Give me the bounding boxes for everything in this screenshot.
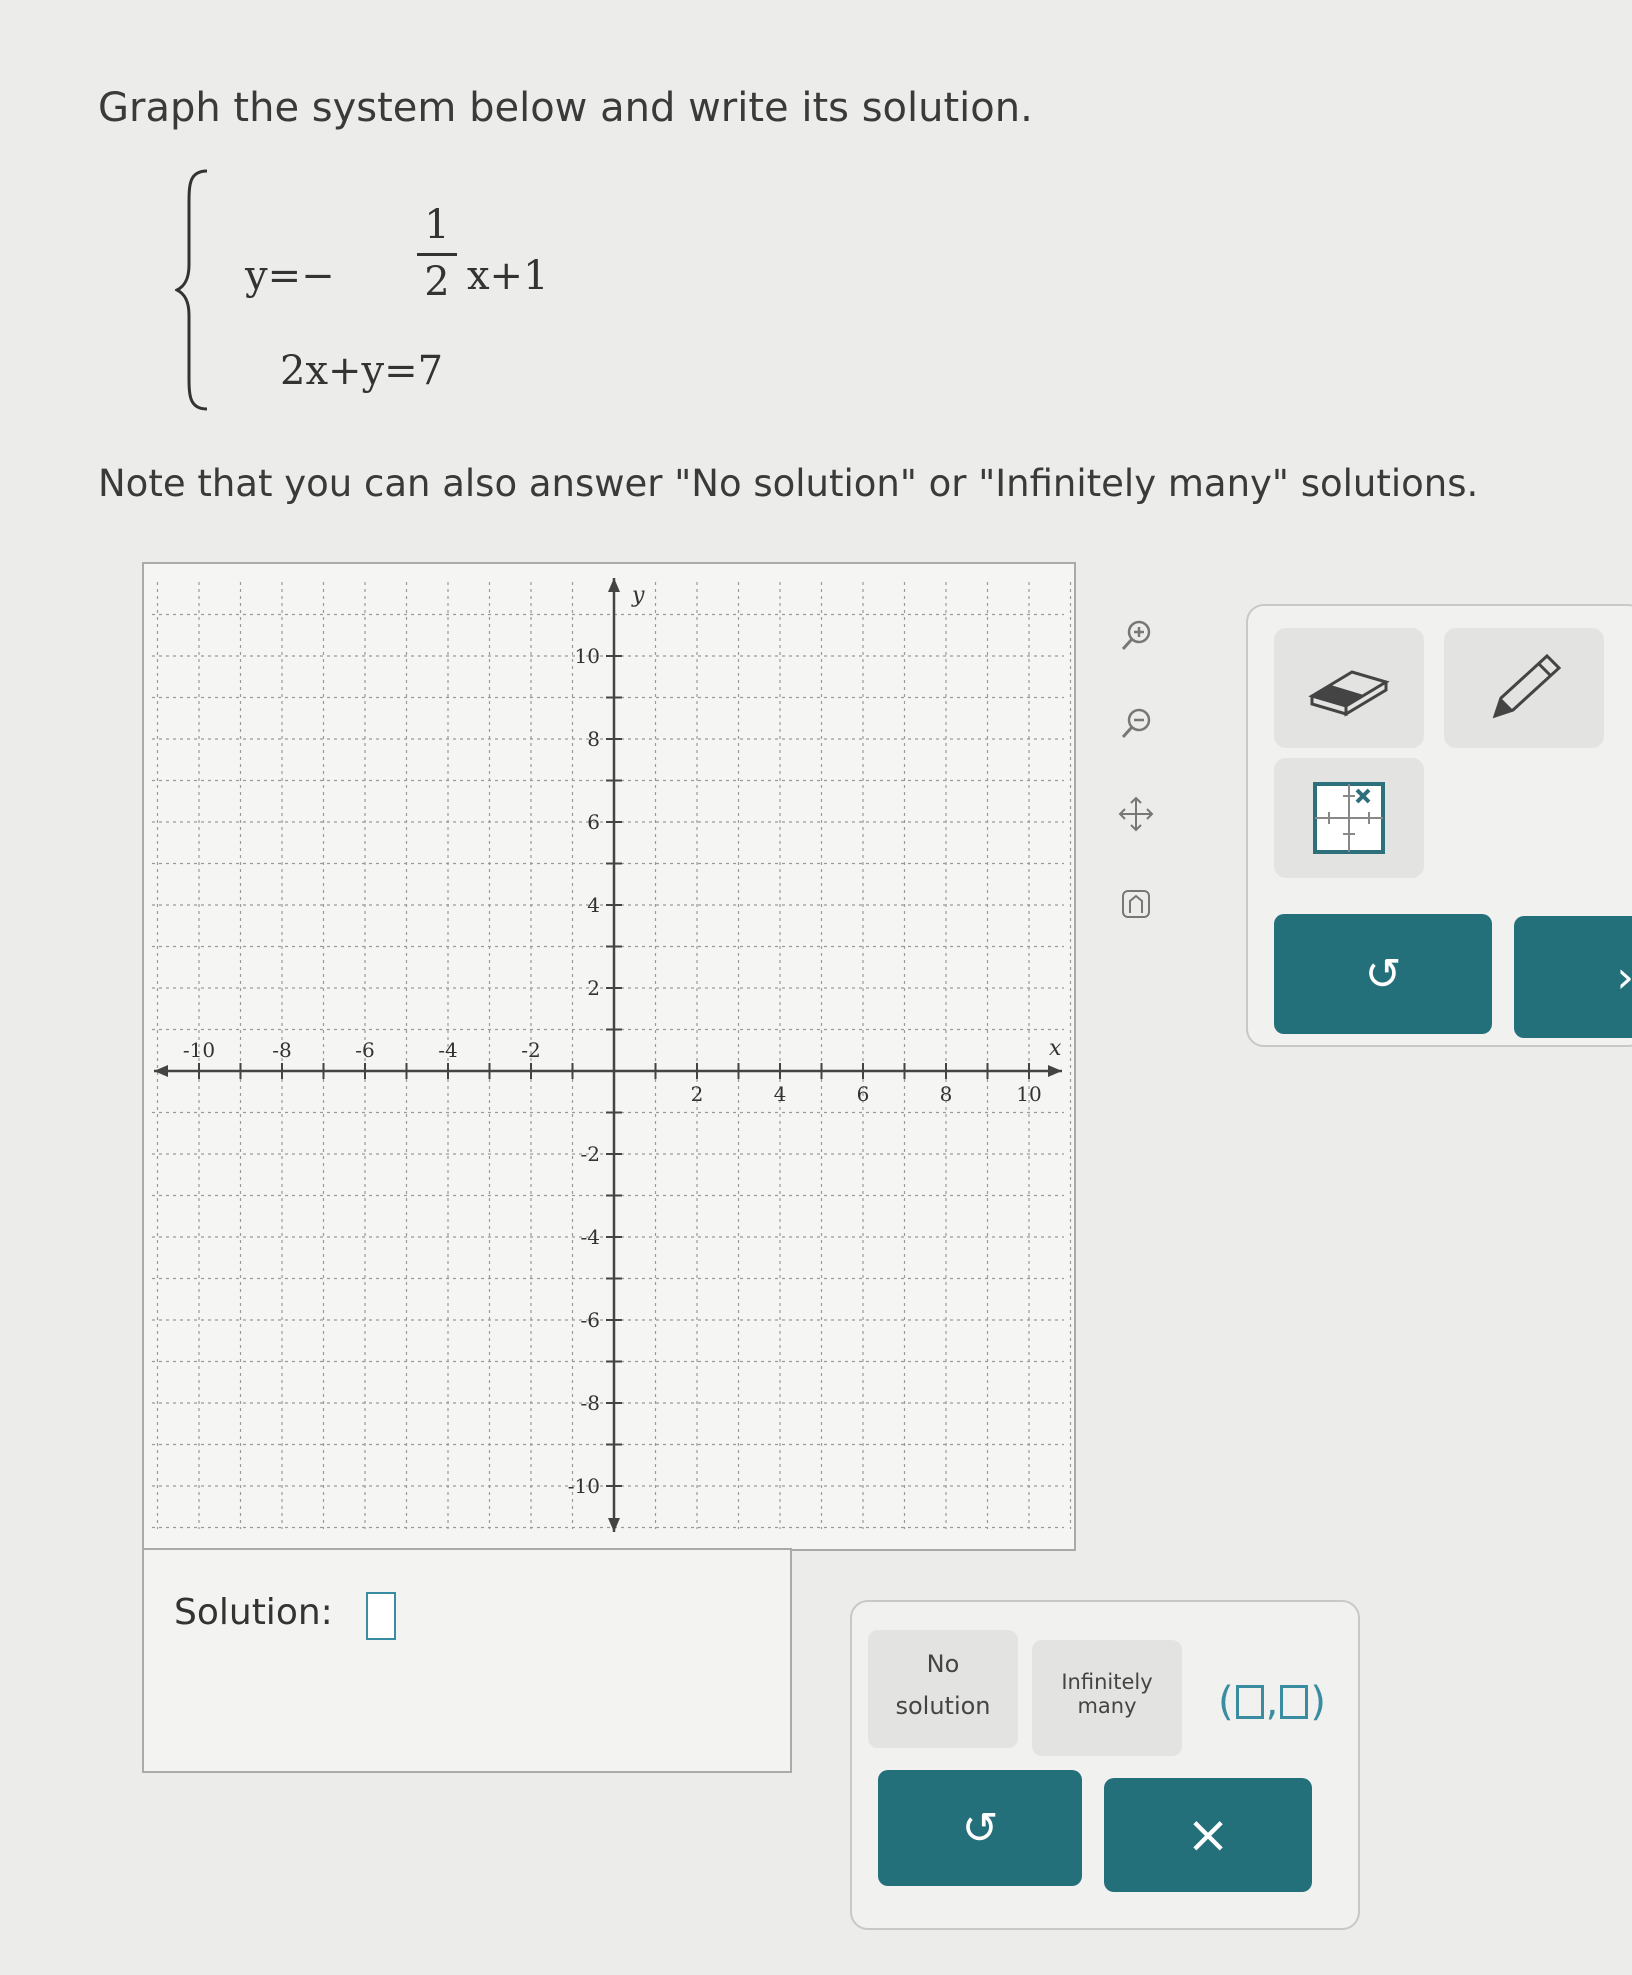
pencil-icon [1492,653,1562,719]
pair-comma: , [1265,1679,1279,1725]
y-tick-label: 6 [587,810,600,834]
equation-system: y=− 1 2 x+1 2x+y=7 [175,165,549,415]
y-tick-label: -2 [581,1142,600,1166]
eraser-tool-button[interactable] [1274,628,1424,748]
equation-1-lhs: y=− [245,253,335,299]
x-tick-label: -6 [355,1038,374,1062]
solution-box: Solution: [142,1548,792,1773]
x-tick-label: -8 [272,1038,291,1062]
y-tick-label: -8 [581,1391,600,1415]
undo-icon: ↺ [1364,948,1402,1000]
infinitely-many-button[interactable]: Infinitely many [1032,1640,1182,1756]
clear-button[interactable]: › [1514,916,1632,1038]
coordinate-grid[interactable]: -10 -8 -6 -4 -2 2 4 6 8 10 10 8 6 4 2 -2 -4 -6 -8 -10 x y [144,564,1074,1549]
y-tick-label: 2 [587,976,600,1000]
pair-x-slot [1235,1685,1264,1719]
system-brace [175,169,208,411]
equation-2: 2x+y=7 [280,348,444,394]
x-tick-label: 6 [857,1082,870,1106]
y-tick-label: -10 [568,1474,600,1498]
graph-canvas[interactable]: -10 -8 -6 -4 -2 2 4 6 8 10 10 8 6 4 2 -2 -4 -6 -8 -10 x y [142,562,1076,1551]
home-icon[interactable] [1112,880,1160,928]
x-axis-arrow-right [1048,1065,1062,1077]
pair-open-paren: ( [1218,1679,1234,1725]
zoom-in-icon[interactable] [1112,612,1160,660]
solution-label: Solution: [174,1592,333,1633]
y-axis-arrow-down [608,1518,620,1532]
no-solution-button[interactable]: No solution [868,1630,1018,1748]
line-tool-icon [1313,782,1385,854]
answer-clear-button[interactable]: × [1104,1778,1312,1892]
equation-1-fraction: 1 2 [417,205,457,302]
pair-close-paren: ) [1310,1679,1326,1725]
pencil-tool-button[interactable] [1444,628,1604,748]
x-axis-label: x [1049,1036,1062,1061]
solution-answer-slot[interactable] [366,1592,396,1640]
answer-clear-icon: × [1186,1805,1230,1865]
ordered-pair-button[interactable]: ( , ) [1202,1652,1342,1752]
x-tick-label: 10 [1016,1082,1041,1106]
pan-icon[interactable] [1112,790,1160,838]
y-axis-arrow-up [608,578,620,592]
pair-y-slot [1280,1685,1309,1719]
answer-undo-button[interactable]: ↺ [878,1770,1082,1886]
y-axis-label: y [631,583,645,608]
x-tick-label: -10 [183,1038,215,1062]
y-tick-label: 10 [575,644,600,668]
zoom-out-icon[interactable] [1112,700,1160,748]
answer-undo-icon: ↺ [961,1802,999,1854]
y-tick-label: -6 [581,1308,600,1332]
fraction-numerator: 1 [424,202,450,248]
y-tick-label: 8 [587,727,600,751]
x-tick-label: 8 [940,1082,953,1106]
note-text: Note that you can also answer "No soluti… [98,462,1479,505]
instruction-text: Graph the system below and write its sol… [98,85,1033,131]
answer-choice-panel: No solution Infinitely many ( , ) ↺ × [850,1600,1360,1930]
x-tick-label: -4 [438,1038,457,1062]
infinitely-line-2: many [1077,1694,1137,1718]
eraser-icon [1308,670,1390,717]
equation-1-rhs: x+1 [467,253,549,299]
y-tick-label: -4 [581,1225,600,1249]
undo-button[interactable]: ↺ [1274,914,1492,1034]
infinitely-line-1: Infinitely [1061,1670,1153,1694]
fraction-denominator: 2 [424,259,450,305]
line-tool-button[interactable] [1274,758,1424,878]
clear-icon: › [1616,952,1632,1003]
drawing-tool-panel: ↺ › [1246,604,1632,1047]
no-solution-line-2: solution [895,1692,991,1720]
x-tick-label: -2 [521,1038,540,1062]
x-tick-label: 2 [691,1082,704,1106]
x-tick-label: 4 [774,1082,787,1106]
no-solution-line-1: No [926,1650,960,1678]
y-tick-label: 4 [587,893,600,917]
x-axis-arrow-left [154,1065,168,1077]
